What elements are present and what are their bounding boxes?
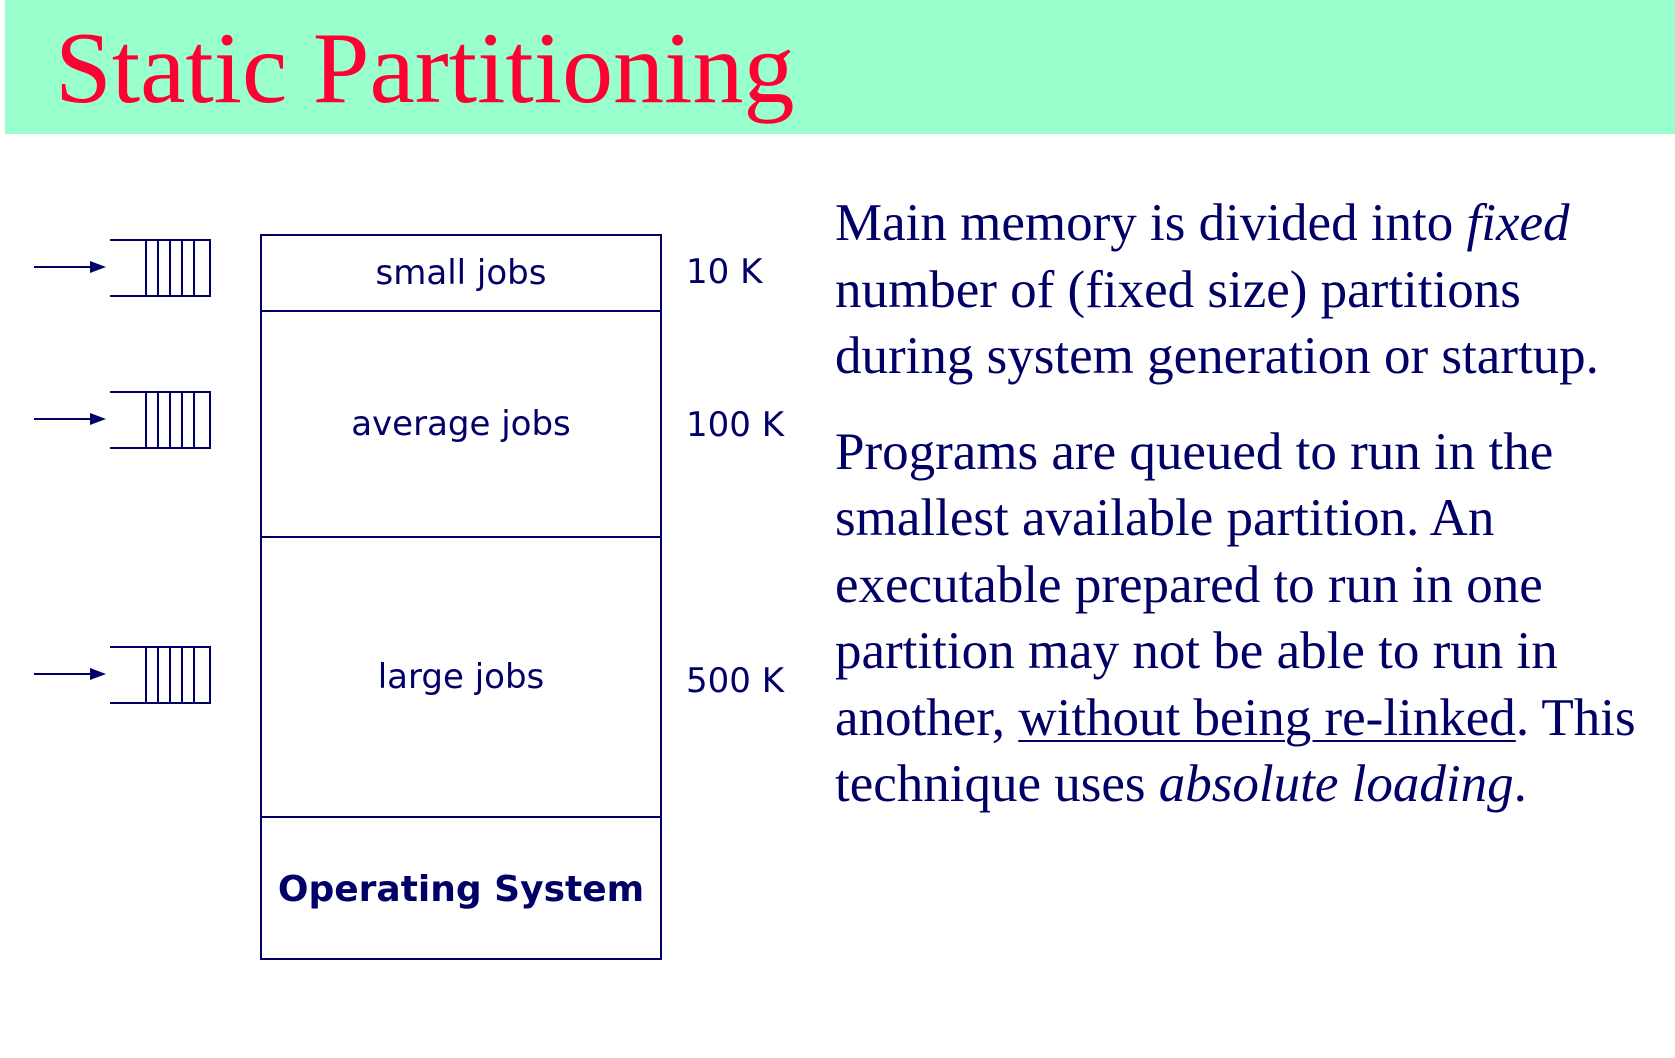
memory-diagram: small jobs average jobs large jobs Opera…: [260, 234, 662, 960]
partition-small-jobs: small jobs: [262, 236, 660, 312]
description-paragraph-2: Programs are queued to run in the smalle…: [835, 422, 1636, 814]
size-label-average: 100 K: [686, 405, 784, 445]
slide-title: Static Partitioning: [55, 12, 795, 125]
partition-average-jobs: average jobs: [262, 312, 660, 538]
description-paragraph-1: Main memory is divided into fixed number…: [835, 194, 1599, 385]
size-label-large: 500 K: [686, 661, 784, 701]
partition-large-jobs: large jobs: [262, 538, 660, 818]
partition-operating-system: Operating System: [277, 868, 645, 910]
queue-small-jobs-icon: [34, 239, 211, 297]
queue-average-jobs-icon: [34, 391, 211, 449]
description-text: Main memory is divided into fixed number…: [835, 190, 1670, 818]
size-label-small: 10 K: [686, 252, 763, 292]
queue-large-jobs-icon: [34, 646, 211, 704]
title-bar: Static Partitioning: [5, 0, 1675, 134]
